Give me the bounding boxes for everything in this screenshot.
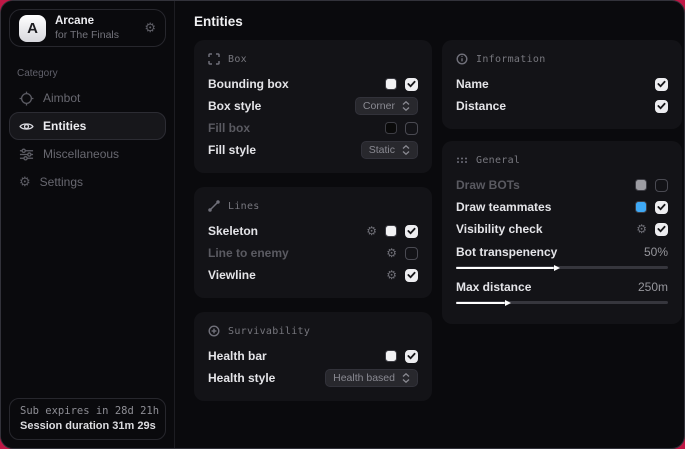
bot-transparency-slider[interactable]: [456, 266, 668, 269]
slider-value: 50%: [644, 245, 668, 259]
setting-row-box-style: Box style Corner: [208, 95, 418, 117]
checkbox[interactable]: [405, 78, 418, 91]
section-title: Box: [228, 54, 247, 65]
section-title: Lines: [228, 201, 260, 212]
arcane-window: A Arcane for The Finals ⚙ Category Aimbo…: [0, 0, 685, 449]
color-swatch[interactable]: [385, 78, 397, 90]
color-swatch[interactable]: [385, 225, 397, 237]
config-gear-icon[interactable]: ⚙: [386, 269, 397, 281]
sidebar-item-label: Miscellaneous: [43, 147, 119, 161]
sidebar-item-aimbot[interactable]: Aimbot: [9, 84, 166, 112]
box-card: Box Bounding box Box style: [194, 40, 432, 173]
sub-expires-text: Sub expires in 28d 21h: [20, 405, 155, 417]
setting-row-draw-bots: Draw BOTs: [456, 174, 668, 196]
setting-row-line-to-enemy: Line to enemy ⚙: [208, 242, 418, 264]
max-distance-slider-group: Max distance 250m: [456, 277, 668, 304]
checkbox[interactable]: [655, 78, 668, 91]
brand-text: Arcane for The Finals: [55, 14, 119, 42]
sidebar-item-entities[interactable]: Entities: [9, 112, 166, 140]
survivability-card-header: Survivability: [208, 323, 418, 339]
config-gear-icon[interactable]: ⚙: [386, 247, 397, 259]
lines-card-header: Lines: [208, 198, 418, 214]
setting-row-draw-teammates: Draw teammates: [456, 196, 668, 218]
subscription-card: Sub expires in 28d 21h Session duration …: [9, 398, 166, 440]
section-title: General: [476, 155, 520, 166]
session-duration-text: Session duration 31m 29s: [20, 420, 155, 432]
setting-row-bounding-box: Bounding box: [208, 73, 418, 95]
sidebar: A Arcane for The Finals ⚙ Category Aimbo…: [1, 1, 175, 448]
box-corners-icon: [208, 53, 220, 65]
health-cross-icon: [208, 325, 220, 337]
diagonal-line-icon: [208, 200, 220, 212]
config-gear-icon[interactable]: ⚙: [636, 223, 647, 235]
checkbox[interactable]: [405, 225, 418, 238]
checkbox[interactable]: [405, 350, 418, 363]
setting-row-skeleton: Skeleton ⚙: [208, 220, 418, 242]
checkbox[interactable]: [655, 100, 668, 113]
slider-fill: [456, 267, 554, 269]
color-swatch[interactable]: [635, 179, 647, 191]
unfold-icon: [402, 373, 410, 383]
sidebar-nav: Aimbot Entities: [1, 84, 174, 196]
page-title: Entities: [194, 14, 682, 29]
sliders-icon: [19, 147, 34, 162]
general-card-header: General: [456, 152, 668, 168]
settings-gear-icon[interactable]: ⚙: [144, 20, 156, 36]
setting-row-health-style: Health style Health based: [208, 367, 418, 389]
section-title: Information: [476, 54, 546, 65]
sidebar-item-label: Aimbot: [43, 91, 80, 105]
color-swatch[interactable]: [385, 122, 397, 134]
section-title: Survivability: [228, 326, 310, 337]
setting-row-fill-style: Fill style Static: [208, 139, 418, 161]
unfold-icon: [402, 101, 410, 111]
max-distance-slider[interactable]: [456, 301, 668, 304]
dots-grid-icon: [456, 154, 468, 166]
checkbox[interactable]: [405, 247, 418, 260]
box-style-dropdown[interactable]: Corner: [355, 97, 418, 115]
bot-transparency-slider-group: Bot transpenency 50%: [456, 242, 668, 269]
setting-row-visibility-check: Visibility check ⚙: [456, 218, 668, 240]
checkbox[interactable]: [405, 122, 418, 135]
health-style-dropdown[interactable]: Health based: [325, 369, 418, 387]
information-card-header: Information: [456, 51, 668, 67]
brand-card: A Arcane for The Finals ⚙: [9, 9, 166, 47]
category-label: Category: [17, 68, 174, 79]
slider-fill: [456, 302, 505, 304]
crosshair-icon: [19, 91, 34, 106]
setting-row-distance: Distance: [456, 95, 668, 117]
sidebar-item-label: Entities: [43, 119, 86, 133]
slider-value: 250m: [638, 280, 668, 294]
brand-title: Arcane: [55, 14, 119, 28]
entities-icon: [19, 119, 34, 134]
brand-subtitle: for The Finals: [55, 29, 119, 42]
survivability-card: Survivability Health bar Health style: [194, 312, 432, 401]
sidebar-item-settings[interactable]: ⚙ Settings: [9, 168, 166, 196]
color-swatch[interactable]: [385, 350, 397, 362]
checkbox[interactable]: [655, 179, 668, 192]
info-icon: [456, 53, 468, 65]
setting-row-name: Name: [456, 73, 668, 95]
checkbox[interactable]: [655, 223, 668, 236]
sidebar-item-miscellaneous[interactable]: Miscellaneous: [9, 140, 166, 168]
information-card: Information Name Distance: [442, 40, 682, 129]
unfold-icon: [402, 145, 410, 155]
lines-card: Lines Skeleton ⚙ Line to enemy: [194, 187, 432, 298]
checkbox[interactable]: [405, 269, 418, 282]
checkbox[interactable]: [655, 201, 668, 214]
general-card: General Draw BOTs Draw teammates: [442, 141, 682, 324]
brand-logo: A: [19, 15, 46, 42]
setting-row-viewline: Viewline ⚙: [208, 264, 418, 286]
box-card-header: Box: [208, 51, 418, 67]
setting-row-fill-box: Fill box: [208, 117, 418, 139]
sidebar-item-label: Settings: [40, 175, 83, 189]
fill-style-dropdown[interactable]: Static: [361, 141, 418, 159]
main-panel: Entities Box B: [175, 1, 685, 448]
setting-row-health-bar: Health bar: [208, 345, 418, 367]
config-gear-icon[interactable]: ⚙: [366, 225, 377, 237]
color-swatch[interactable]: [635, 201, 647, 213]
gear-icon: ⚙: [19, 174, 31, 190]
